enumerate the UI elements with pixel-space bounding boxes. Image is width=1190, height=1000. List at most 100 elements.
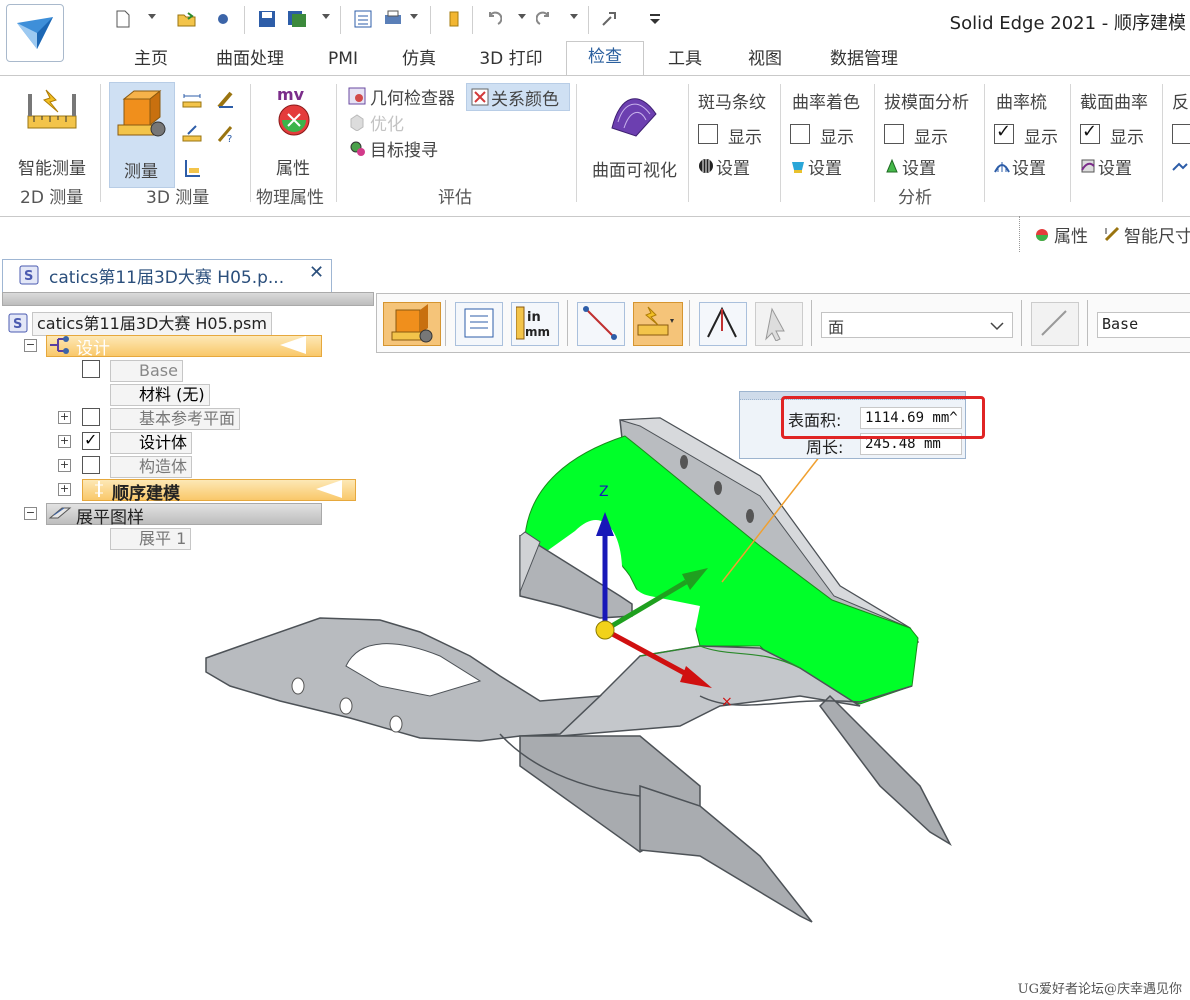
tab-data-management[interactable]: 数据管理	[816, 44, 912, 74]
section-curvature-settings-button[interactable]: 设置	[1078, 154, 1148, 179]
measure-normal-icon[interactable]	[182, 158, 202, 178]
tab-pmi[interactable]: PMI	[316, 44, 370, 74]
mini-smart-dim-icon	[1104, 226, 1120, 242]
pane-splitter[interactable]	[2, 292, 374, 306]
zebra-settings-button[interactable]: 设置	[696, 154, 776, 179]
point-to-point-button[interactable]	[577, 302, 625, 346]
document-tab-title: catics第11届3D大赛 H05.p...	[49, 268, 285, 288]
measure-query-icon[interactable]: ?	[216, 124, 236, 145]
line-tool-button[interactable]	[1031, 302, 1079, 346]
list-icon[interactable]	[352, 8, 374, 30]
optimize-label: 优化	[370, 115, 404, 135]
redo-dropdown-icon[interactable]	[570, 14, 578, 19]
normal-distance-icon	[707, 306, 737, 338]
curvature-comb-show-checkbox[interactable]	[994, 121, 1014, 144]
save-dropdown-icon[interactable]	[322, 14, 330, 19]
open-folder-icon[interactable]	[176, 8, 198, 30]
tools-icon[interactable]	[598, 8, 620, 30]
properties-button[interactable]: mv 属性	[262, 82, 326, 179]
print-dropdown-icon[interactable]	[410, 14, 418, 19]
svg-text:mm: mm	[525, 325, 550, 339]
svg-text:?: ?	[227, 134, 232, 144]
geometry-inspector-icon	[348, 87, 366, 105]
section-curvature-label: 截面曲率	[1080, 93, 1148, 113]
tab-simulation[interactable]: 仿真	[390, 44, 448, 74]
draft-analysis-label: 拔模面分析	[884, 93, 969, 113]
curvature-comb-settings-button[interactable]: 设置	[992, 154, 1062, 179]
save-icon[interactable]	[256, 8, 278, 30]
section-curvature-settings-icon	[1081, 159, 1095, 173]
tab-3d-print[interactable]: 3D 打印	[468, 44, 554, 74]
surface-visualize-icon	[611, 98, 657, 137]
base-field[interactable]: Base	[1097, 312, 1190, 338]
zebra-settings-label: 设置	[716, 159, 750, 179]
print-icon[interactable]	[382, 8, 404, 30]
flange-hole	[746, 509, 754, 523]
normal-distance-button[interactable]	[699, 302, 747, 346]
tab-tools[interactable]: 工具	[656, 44, 714, 74]
reflect-show-checkbox[interactable]	[1172, 124, 1190, 144]
reflect-label: 反	[1172, 93, 1189, 113]
zebra-show-checkbox[interactable]	[698, 124, 718, 144]
geometry-inspector-button[interactable]: 几何检查器	[346, 84, 464, 109]
point-to-point-icon	[583, 306, 617, 340]
curvature-comb-settings-icon	[994, 162, 1010, 173]
relation-colors-button[interactable]: 关系颜色	[466, 83, 570, 111]
target-search-button[interactable]: 目标搜寻	[346, 136, 446, 161]
group-3d-measure-label: 3D 测量	[146, 188, 210, 208]
mini-smart-dim-label: 智能尺寸	[1124, 227, 1190, 247]
measure-mode-button[interactable]	[383, 302, 441, 346]
measure-distance-icon[interactable]	[182, 90, 202, 110]
app-logo-button[interactable]	[6, 4, 64, 62]
tab-inspect[interactable]: 检查	[566, 41, 644, 76]
smart-measure-mode-button[interactable]	[633, 302, 683, 346]
optimize-icon	[350, 114, 364, 131]
pencil-icon[interactable]	[442, 8, 464, 30]
draft-analysis-settings-button[interactable]: 设置	[882, 154, 962, 179]
mini-properties-button[interactable]: 属性	[1034, 222, 1104, 247]
title-bar: Solid Edge 2021 - 顺序建模	[0, 0, 1190, 62]
units-in-mm-icon: inmm	[516, 306, 550, 340]
measure-minimum-icon[interactable]	[182, 124, 202, 144]
document-tab[interactable]: S catics第11届3D大赛 H05.p... ✕	[2, 259, 332, 295]
mini-smart-dim-button[interactable]: 智能尺寸	[1104, 222, 1190, 247]
draft-analysis-settings-icon	[886, 158, 898, 173]
curvature-shading-settings-button[interactable]: 设置	[788, 154, 868, 179]
section-curvature-show-checkbox[interactable]	[1080, 121, 1100, 144]
new-file-icon[interactable]	[112, 8, 134, 30]
measure-button[interactable]: 测量	[109, 82, 175, 188]
units-button[interactable]: in mm	[511, 302, 559, 346]
clear-button[interactable]	[755, 302, 803, 346]
save-all-icon[interactable]	[286, 8, 308, 30]
customize-qat-icon[interactable]	[644, 8, 666, 30]
redo-icon[interactable]	[534, 8, 556, 30]
mini-properties-icon	[1036, 229, 1048, 241]
collapse-design-icon[interactable]: −	[24, 339, 37, 352]
curvature-shading-show-checkbox[interactable]	[790, 124, 810, 144]
options-list-button[interactable]	[455, 302, 503, 346]
undo-dropdown-icon[interactable]	[518, 14, 526, 19]
base-field-value: Base	[1102, 315, 1139, 333]
target-search-label: 目标搜寻	[370, 141, 438, 161]
undo-icon[interactable]	[482, 8, 504, 30]
tab-home[interactable]: 主页	[122, 44, 180, 74]
link-icon[interactable]	[212, 8, 234, 30]
measure-angle-icon[interactable]	[216, 90, 236, 110]
arm-hole	[339, 697, 353, 715]
properties-label: 属性	[276, 159, 310, 179]
select-filter-dropdown[interactable]: 面	[821, 312, 1013, 338]
close-document-icon[interactable]: ✕	[309, 262, 324, 283]
reflect-settings-icon[interactable]	[1172, 158, 1188, 174]
new-dropdown-icon[interactable]	[148, 14, 156, 19]
curvature-shading-label: 曲率着色	[792, 93, 860, 113]
svg-text:S: S	[24, 269, 33, 284]
smart-measure-button[interactable]: 智能测量	[12, 82, 92, 179]
model-viewport[interactable]: Z ×	[0, 356, 1190, 980]
tab-view[interactable]: 视图	[736, 44, 794, 74]
draft-analysis-show-checkbox[interactable]	[884, 124, 904, 144]
tab-surfacing[interactable]: 曲面处理	[206, 44, 294, 74]
surface-visualize-button[interactable]: 曲面可视化	[586, 82, 682, 181]
secondary-toolbar: 属性 智能尺寸	[1019, 216, 1190, 252]
triad-origin	[595, 620, 615, 640]
arm-hole	[291, 677, 305, 695]
